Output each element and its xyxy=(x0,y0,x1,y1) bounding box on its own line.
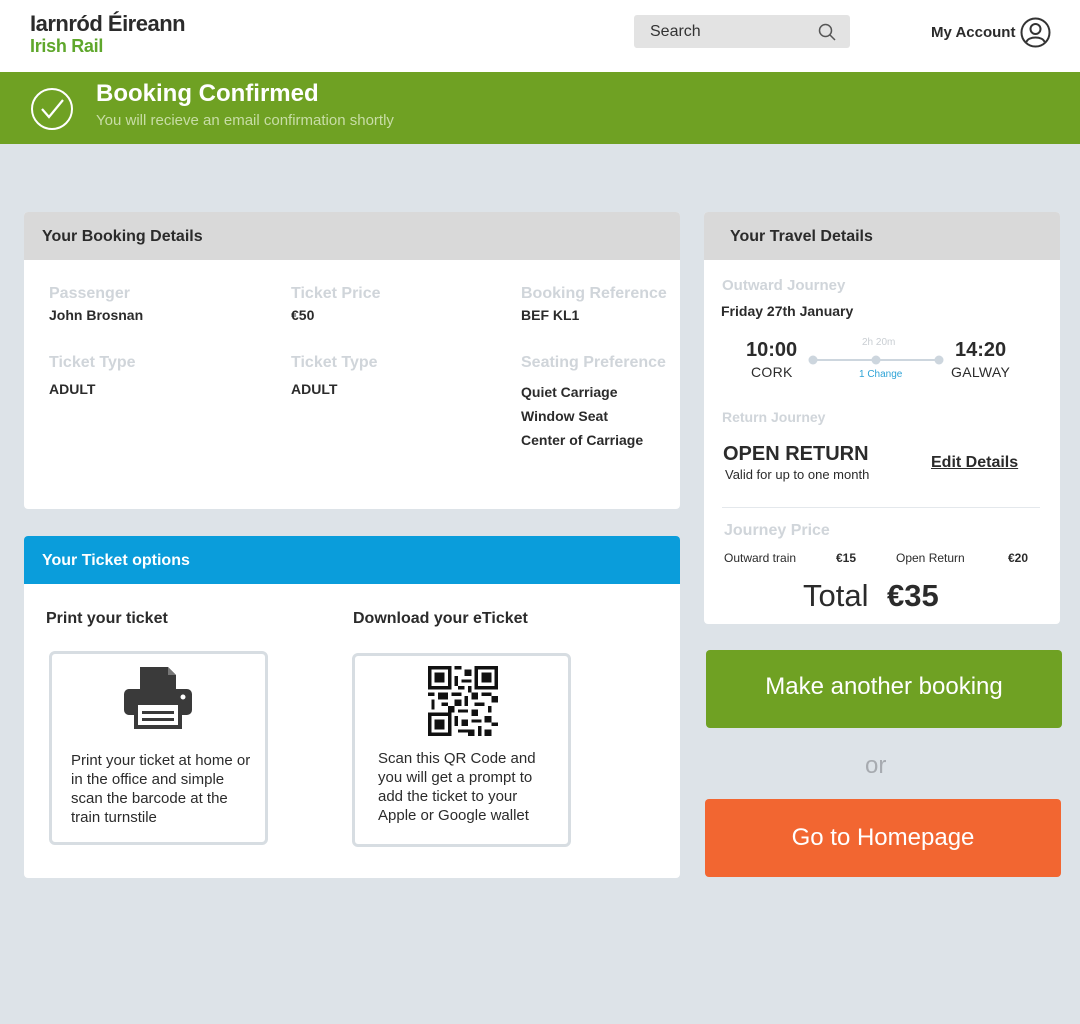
download-eticket-option[interactable]: Scan this QR Code and you will get a pro… xyxy=(352,653,571,847)
ticket-options-heading: Your Ticket options xyxy=(24,536,680,584)
open-return-price: €20 xyxy=(1008,551,1029,565)
change-count: 1 Change xyxy=(859,369,903,380)
ticket-type-value-2: ADULT xyxy=(291,381,338,397)
ticket-options-card: Your Ticket options Print your ticket Pr… xyxy=(24,536,680,878)
booking-reference-value: BEF KL1 xyxy=(521,307,580,323)
my-account-link[interactable]: My Account xyxy=(931,24,1015,41)
outward-date: Friday 27th January xyxy=(721,303,854,319)
search-input[interactable]: Search xyxy=(634,15,850,48)
user-icon[interactable] xyxy=(1020,17,1051,48)
edit-details-link[interactable]: Edit Details xyxy=(931,454,1018,472)
print-ticket-option[interactable]: Print your ticket at home or in the offi… xyxy=(49,651,268,845)
route-line xyxy=(808,355,944,365)
logo-text-irish: Iarnród Éireann xyxy=(30,11,186,36)
banner-subtitle: You will recieve an email confirmation s… xyxy=(96,112,394,129)
ticket-price-value: €50 xyxy=(291,307,315,323)
travel-details-heading: Your Travel Details xyxy=(704,212,1060,260)
qr-code-icon xyxy=(428,666,498,736)
departure-time: 10:00 xyxy=(746,339,798,361)
return-type: OPEN RETURN xyxy=(723,443,869,465)
passenger-value: John Brosnan xyxy=(49,307,144,323)
download-eticket-title: Download your eTicket xyxy=(353,610,528,627)
departure-station: CORK xyxy=(751,364,793,380)
download-eticket-description: Scan this QR Code and you will get a pro… xyxy=(378,750,536,824)
open-return-label: Open Return xyxy=(896,551,965,565)
ticket-type-label-2: Ticket Type xyxy=(291,354,378,371)
total-label: Total xyxy=(803,578,869,613)
search-icon[interactable] xyxy=(818,23,836,41)
make-another-booking-button[interactable]: Make another booking xyxy=(706,650,1062,728)
ticket-type-label: Ticket Type xyxy=(49,354,136,371)
booking-details-heading: Your Booking Details xyxy=(24,212,680,260)
irish-rail-logo[interactable]: Iarnród Éireann Irish Rail xyxy=(30,11,186,57)
booking-details-card: Your Booking Details Passenger John Bros… xyxy=(24,212,680,509)
arrival-station: GALWAY xyxy=(951,364,1011,380)
go-to-homepage-button[interactable]: Go to Homepage xyxy=(705,799,1061,877)
travel-details-card: Your Travel Details Outward Journey Frid… xyxy=(704,212,1060,624)
print-ticket-title: Print your ticket xyxy=(46,610,168,627)
search-placeholder: Search xyxy=(650,23,701,40)
outward-train-price: €15 xyxy=(836,551,857,565)
confirmation-banner: Booking Confirmed You will recieve an em… xyxy=(0,72,1080,144)
arrival-time: 14:20 xyxy=(955,339,1007,361)
banner-title: Booking Confirmed xyxy=(96,80,319,107)
logo-text-english: Irish Rail xyxy=(30,36,104,56)
journey-price-label: Journey Price xyxy=(724,522,830,539)
print-ticket-description: Print your ticket at home or in the offi… xyxy=(71,752,251,826)
or-separator: or xyxy=(865,752,887,779)
return-validity: Valid for up to one month xyxy=(725,467,870,482)
seating-preference-item: Center of Carriage xyxy=(521,432,644,448)
top-header: Iarnród Éireann Irish Rail Search My Acc… xyxy=(0,0,1080,72)
divider xyxy=(722,507,1040,508)
printer-icon xyxy=(124,667,192,729)
outward-train-label: Outward train xyxy=(724,551,797,565)
seating-preference-item: Window Seat xyxy=(521,408,608,424)
outward-journey-label: Outward Journey xyxy=(722,277,846,294)
ticket-type-value: ADULT xyxy=(49,381,96,397)
return-journey-label: Return Journey xyxy=(722,409,826,425)
ticket-price-label: Ticket Price xyxy=(291,285,381,302)
journey-duration: 2h 20m xyxy=(862,337,896,348)
total-value: €35 xyxy=(887,578,939,613)
check-circle-icon xyxy=(31,88,73,130)
seating-preference-label: Seating Preference xyxy=(521,354,666,371)
passenger-label: Passenger xyxy=(49,285,130,302)
seating-preference-item: Quiet Carriage xyxy=(521,384,618,400)
booking-reference-label: Booking Reference xyxy=(521,285,667,302)
